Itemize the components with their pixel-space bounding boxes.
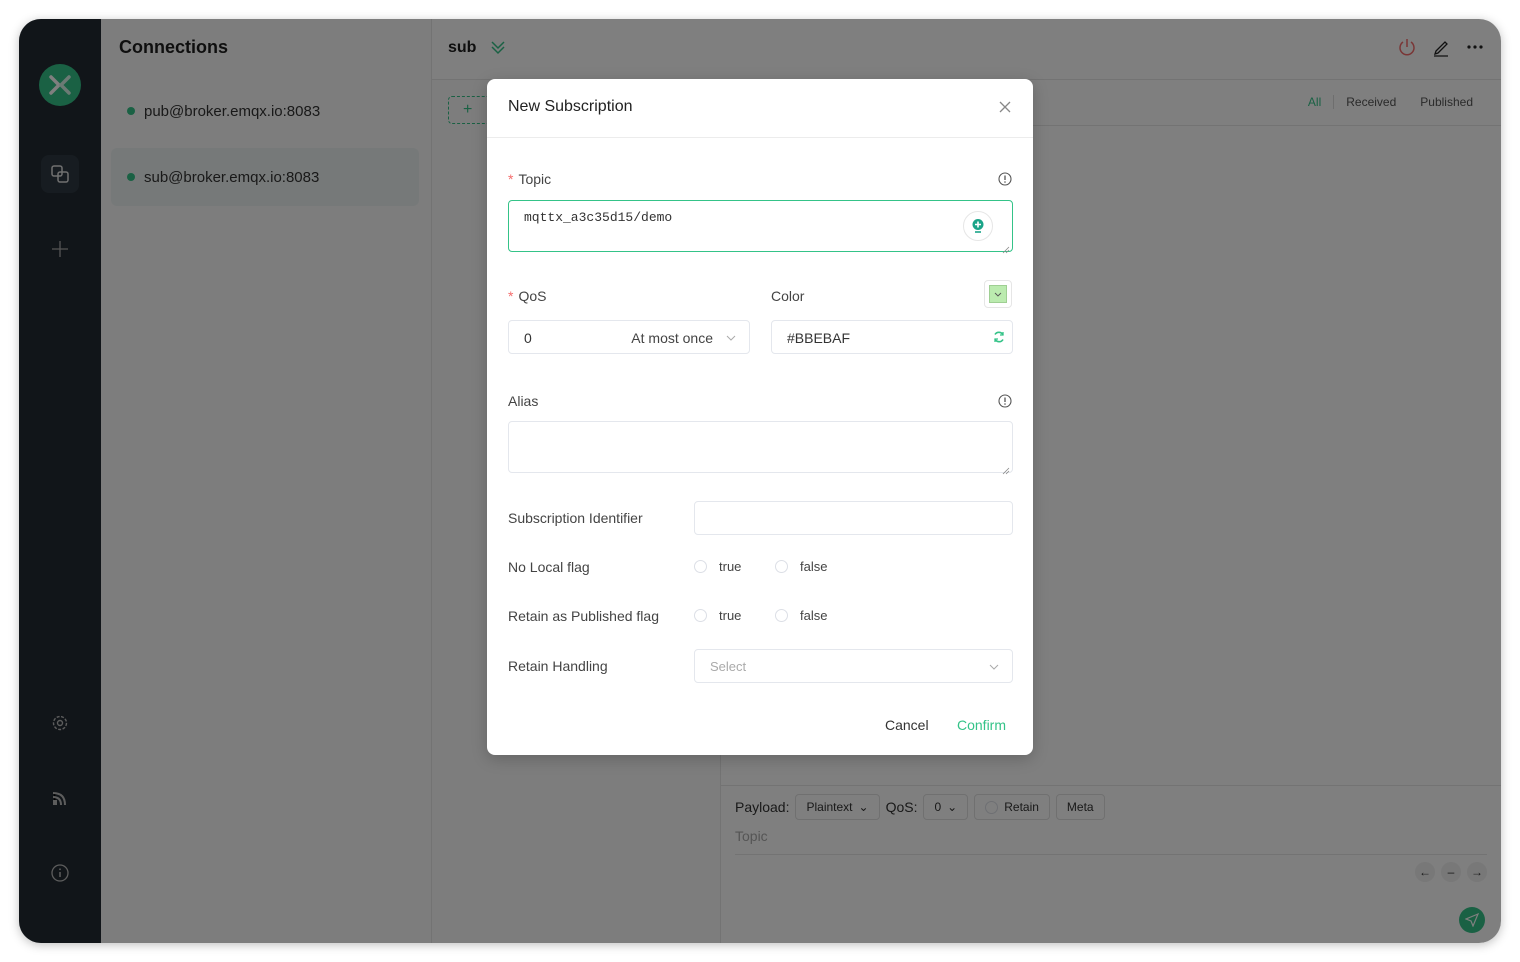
new-subscription-dialog: New Subscription * Topic mqttx_a3c35d15/d…: [487, 79, 1033, 755]
resize-handle[interactable]: [1002, 462, 1010, 475]
color-input[interactable]: #BBEBAF: [771, 320, 1013, 354]
topic-label-text: Topic: [518, 171, 552, 187]
radio-label: false: [800, 559, 828, 574]
select-placeholder: Select: [710, 659, 747, 674]
topic-info-icon[interactable]: [998, 172, 1012, 186]
no-local-flag-label: No Local flag: [508, 559, 590, 575]
topic-textarea[interactable]: mqttx_a3c35d15/demo: [508, 200, 1013, 254]
color-picker-button[interactable]: [984, 280, 1012, 308]
alias-textarea[interactable]: [508, 421, 1013, 475]
retain-handling-label: Retain Handling: [508, 658, 608, 674]
retain-handling-select[interactable]: Select: [694, 649, 1013, 683]
retain-as-published-label: Retain as Published flag: [508, 608, 659, 624]
alias-info-icon[interactable]: [998, 394, 1012, 408]
resize-handle[interactable]: [1002, 241, 1010, 254]
qos-value: 0: [524, 330, 532, 346]
confirm-button[interactable]: Confirm: [957, 717, 1006, 733]
radio-circle: [775, 609, 788, 622]
alias-label: Alias: [508, 393, 539, 409]
retain-as-published-false-radio[interactable]: false: [775, 608, 827, 623]
topic-suggestion-bulb-icon[interactable]: [963, 211, 993, 241]
qos-description: At most once: [631, 330, 713, 346]
no-local-true-radio[interactable]: true: [694, 559, 741, 574]
no-local-false-radio[interactable]: false: [775, 559, 827, 574]
color-value: #BBEBAF: [787, 330, 851, 346]
topic-value: mqttx_a3c35d15/demo: [524, 210, 673, 225]
dialog-title: New Subscription: [508, 98, 633, 115]
radio-label: true: [719, 608, 742, 623]
qos-label: * QoS: [508, 288, 547, 304]
subscription-identifier-label: Subscription Identifier: [508, 510, 643, 526]
close-icon[interactable]: [997, 99, 1013, 115]
qos-select[interactable]: 0 At most once: [508, 320, 750, 354]
radio-circle: [694, 609, 707, 622]
subscription-identifier-input[interactable]: [694, 501, 1013, 535]
retain-as-published-true-radio[interactable]: true: [694, 608, 741, 623]
radio-label: true: [719, 559, 742, 574]
qos-label-text: QoS: [518, 288, 547, 304]
refresh-color-icon[interactable]: [992, 330, 1006, 347]
radio-circle: [694, 560, 707, 573]
radio-label: false: [800, 608, 828, 623]
chevron-down-icon: [725, 331, 737, 347]
cancel-button[interactable]: Cancel: [885, 717, 929, 733]
radio-circle: [775, 560, 788, 573]
chevron-down-icon: [988, 660, 1000, 676]
dialog-header: New Subscription: [487, 79, 1033, 138]
color-label: Color: [771, 288, 805, 304]
topic-label: * Topic: [508, 171, 552, 187]
color-swatch: [989, 285, 1007, 303]
